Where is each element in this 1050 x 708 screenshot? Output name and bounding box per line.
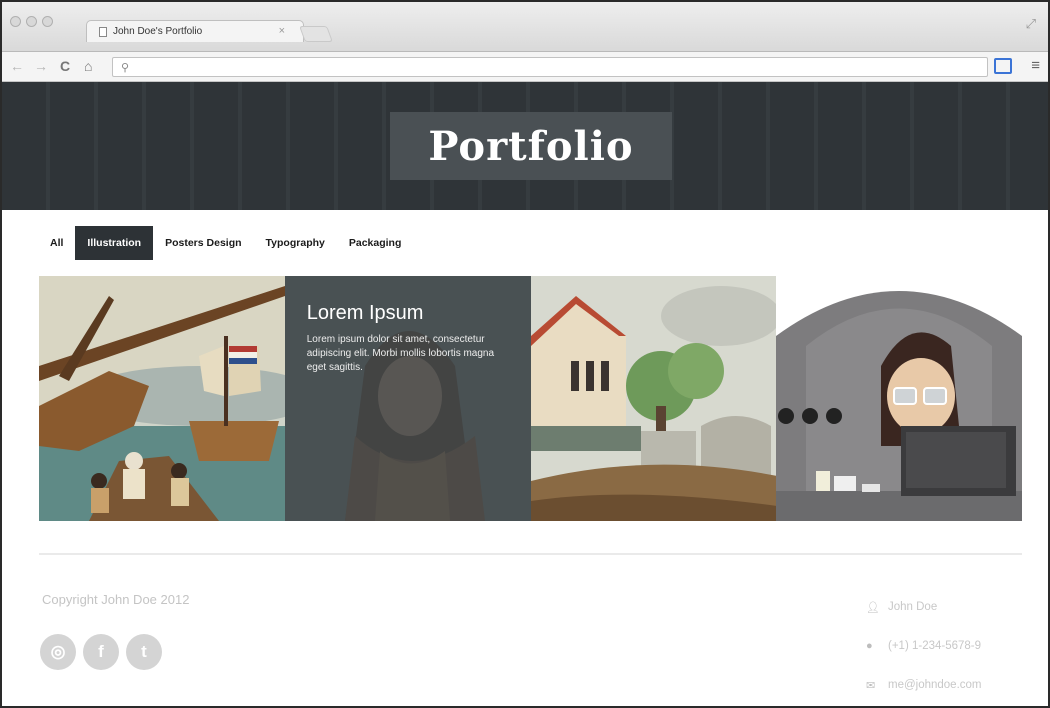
contact-email[interactable]: ✉ me@johndoe.com — [866, 676, 982, 694]
maximize-window-button[interactable] — [42, 16, 53, 27]
ships-illustration — [39, 276, 285, 521]
site-header: Portfolio — [2, 82, 1048, 210]
extension-icon[interactable] — [994, 58, 1012, 74]
gallery-item-hooded-figure[interactable]: Lorem Ipsum Lorem ipsum dolor sit amet, … — [284, 276, 531, 521]
forward-icon[interactable]: → — [34, 58, 48, 74]
dribbble-icon[interactable]: ◎ — [40, 634, 76, 670]
footer-divider — [39, 553, 1022, 555]
url-bar[interactable]: ⚲ — [112, 57, 988, 77]
town-illustration — [530, 276, 777, 521]
browser-tab[interactable]: John Doe's Portfolio × — [86, 20, 304, 42]
minimize-window-button[interactable] — [26, 16, 37, 27]
reload-icon[interactable]: C — [60, 58, 70, 74]
filter-all[interactable]: All — [42, 226, 75, 260]
site-logo: Portfolio — [428, 122, 634, 170]
filter-typography[interactable]: Typography — [254, 226, 337, 260]
browser-toolbar: ← → C ⌂ ⚲ ≡ — [2, 52, 1048, 82]
filter-illustration[interactable]: Illustration — [75, 226, 154, 260]
new-tab-button[interactable] — [299, 26, 333, 42]
chat-bubble-icon: ● — [866, 640, 873, 652]
filter-packaging[interactable]: Packaging — [337, 226, 414, 260]
tab-close-icon[interactable]: × — [279, 25, 285, 37]
contact-name: 👤︎ John Doe — [866, 598, 982, 616]
tab-title: John Doe's Portfolio — [113, 26, 203, 37]
gallery-item-ships[interactable] — [39, 276, 285, 521]
menu-icon[interactable]: ≡ — [1031, 57, 1040, 74]
facebook-icon[interactable]: f — [83, 634, 119, 670]
gallery-item-girl-computer[interactable] — [776, 276, 1022, 521]
gallery-item-town[interactable] — [530, 276, 777, 521]
twitter-icon[interactable]: t — [126, 634, 162, 670]
contact-phone: ● (+1) 1-234-5678-9 — [866, 637, 982, 655]
contact-email-text[interactable]: me@johndoe.com — [888, 679, 982, 691]
contact-phone-text: (+1) 1-234-5678-9 — [888, 640, 982, 652]
browser-window: John Doe's Portfolio × ⤢ ← → C ⌂ ⚲ ≡ Por… — [0, 0, 1050, 708]
category-filter-nav: All Illustration Posters Design Typograp… — [42, 226, 413, 260]
page-icon — [99, 26, 107, 37]
portfolio-gallery: Lorem Ipsum Lorem ipsum dolor sit amet, … — [39, 276, 1022, 521]
window-controls — [10, 16, 53, 27]
back-icon[interactable]: ← — [10, 58, 24, 74]
fullscreen-icon[interactable]: ⤢ — [1026, 16, 1036, 32]
filter-posters-design[interactable]: Posters Design — [153, 226, 253, 260]
home-icon[interactable]: ⌂ — [84, 58, 92, 74]
copyright-text: Copyright John Doe 2012 — [42, 592, 190, 607]
social-links: ◎ f t — [40, 634, 162, 670]
contact-info: 👤︎ John Doe ● (+1) 1-234-5678-9 ✉ me@joh… — [866, 598, 982, 706]
search-icon: ⚲ — [121, 61, 130, 74]
overlay-description: Lorem ipsum dolor sit amet, consectetur … — [306, 334, 495, 373]
overlay-title: Lorem Ipsum — [306, 302, 424, 324]
envelope-icon: ✉ — [866, 679, 876, 692]
contact-name-text: John Doe — [888, 601, 938, 613]
user-icon: 👤︎ — [866, 601, 880, 614]
browser-titlebar: John Doe's Portfolio × ⤢ — [2, 2, 1048, 52]
gallery-item-overlay: Lorem Ipsum Lorem ipsum dolor sit amet, … — [284, 276, 531, 521]
logo-box[interactable]: Portfolio — [390, 112, 672, 180]
girl-computer-illustration — [776, 276, 1022, 521]
close-window-button[interactable] — [10, 16, 21, 27]
